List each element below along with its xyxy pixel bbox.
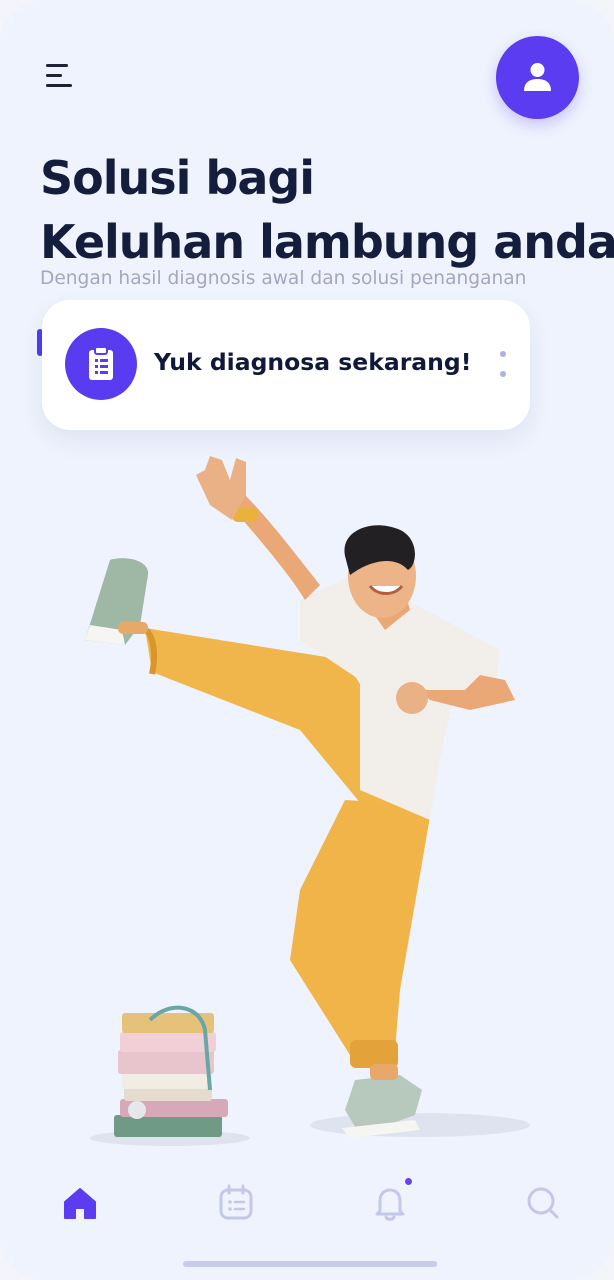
dancing-person-with-books-illustration [85, 456, 530, 1146]
page-title: Solusi bagi Keluhan lambung anda [40, 146, 614, 274]
nav-home[interactable] [57, 1180, 101, 1224]
app-screen: Solusi bagi Keluhan lambung anda Dengan … [0, 0, 614, 1280]
home-indicator [183, 1261, 437, 1267]
diagnose-card-label: Yuk diagnosa sekarang! [154, 348, 472, 376]
diagnose-icon-circle [65, 328, 137, 400]
vertical-dots-icon[interactable] [497, 348, 509, 382]
hamburger-menu-icon [46, 64, 68, 67]
clipboard-icon [89, 346, 113, 380]
user-icon [524, 63, 551, 91]
nav-search[interactable] [520, 1180, 564, 1224]
search-icon [527, 1187, 559, 1219]
books-stack [114, 1005, 228, 1137]
home-icon [64, 1188, 96, 1219]
menu-button[interactable] [38, 58, 82, 98]
calendar-icon [219, 1184, 253, 1220]
bell-icon [375, 1188, 405, 1221]
nav-notifications[interactable] [367, 1180, 411, 1224]
diagnose-card[interactable]: Yuk diagnosa sekarang! [42, 300, 530, 430]
nav-calendar[interactable] [213, 1180, 257, 1224]
page-subtitle: Dengan hasil diagnosis awal dan solusi p… [40, 268, 527, 289]
profile-button[interactable] [496, 36, 579, 119]
notification-badge [405, 1178, 412, 1185]
title-line-2: Keluhan lambung anda [40, 215, 614, 269]
title-line-1: Solusi bagi [40, 151, 315, 205]
